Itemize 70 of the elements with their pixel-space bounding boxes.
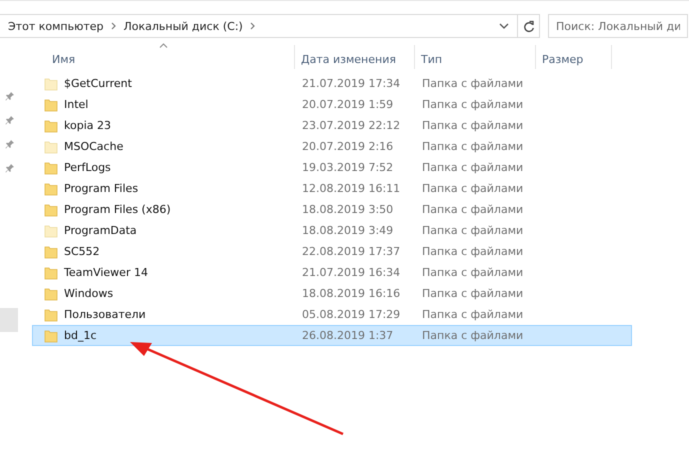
file-date: 05.08.2019 17:29 <box>302 308 400 321</box>
file-name: Windows <box>64 287 114 300</box>
file-name: PerfLogs <box>64 161 111 174</box>
file-type: Папка с файлами <box>422 329 524 342</box>
file-type: Папка с файлами <box>422 119 524 132</box>
file-date: 18.08.2019 3:49 <box>302 224 394 237</box>
file-row[interactable]: Intel 20.07.2019 1:59 Папка с файлами <box>32 94 632 115</box>
column-header[interactable]: Тип <box>415 45 536 69</box>
address-bar[interactable]: Этот компьютер Локальный диск (C:) <box>0 14 518 38</box>
file-name: ProgramData <box>64 224 137 237</box>
pin-icon[interactable] <box>5 115 15 125</box>
file-date: 22.08.2019 17:37 <box>302 245 400 258</box>
file-type: Папка с файлами <box>422 77 524 90</box>
file-date: 21.07.2019 17:34 <box>302 77 400 90</box>
chevron-right-icon[interactable] <box>110 22 116 30</box>
pin-icon[interactable] <box>5 163 15 173</box>
file-row[interactable]: kopia 23 23.07.2019 22:12 Папка с файлами <box>32 115 632 136</box>
sort-up-icon <box>159 43 168 48</box>
file-name: Program Files <box>64 182 138 195</box>
file-name: Пользователи <box>64 308 146 321</box>
file-row[interactable]: $GetCurrent 21.07.2019 17:34 Папка с файлами <box>32 73 632 94</box>
chevron-down-icon[interactable] <box>499 23 509 29</box>
file-date: 18.08.2019 16:16 <box>302 287 400 300</box>
file-row[interactable]: PerfLogs 19.03.2019 7:52 Папка с файлами <box>32 157 632 178</box>
breadcrumb-item[interactable]: Локальный диск (C:) <box>124 20 243 32</box>
file-row[interactable]: bd_1c 26.08.2019 1:37 Папка с файлами <box>32 325 632 346</box>
column-header[interactable]: Имя <box>32 45 295 69</box>
file-date: 20.07.2019 2:16 <box>302 140 394 153</box>
file-name: bd_1c <box>64 329 97 342</box>
chevron-right-icon[interactable] <box>250 22 256 30</box>
file-type: Папка с файлами <box>422 203 524 216</box>
pin-icon[interactable] <box>5 91 15 101</box>
refresh-icon <box>522 20 534 32</box>
file-type: Папка с файлами <box>422 224 524 237</box>
file-row[interactable]: Пользователи 05.08.2019 17:29 Папка с файлами <box>32 304 632 325</box>
column-header[interactable]: Размер <box>536 45 612 69</box>
file-date: 21.07.2019 16:34 <box>302 266 400 279</box>
file-type: Папка с файлами <box>422 266 524 279</box>
file-name: kopia 23 <box>64 119 111 132</box>
file-row[interactable]: MSOCache 20.07.2019 2:16 Папка с файлами <box>32 136 632 157</box>
file-name: TeamViewer 14 <box>64 266 148 279</box>
breadcrumb-item[interactable]: Этот компьютер <box>8 20 104 32</box>
file-row[interactable]: Program Files (x86) 18.08.2019 3:50 Папка с файлами <box>32 199 632 220</box>
file-row[interactable]: SC552 22.08.2019 17:37 Папка с файлами <box>32 241 632 262</box>
file-type: Папка с файлами <box>422 182 524 195</box>
file-name: Program Files (x86) <box>64 203 171 216</box>
file-name: SC552 <box>64 245 100 258</box>
file-date: 18.08.2019 3:50 <box>302 203 394 216</box>
file-row[interactable]: Program Files 12.08.2019 16:11 Папка с файлами <box>32 178 632 199</box>
file-date: 26.08.2019 1:37 <box>302 329 394 342</box>
file-row[interactable]: TeamViewer 14 21.07.2019 16:34 Папка с файлами <box>32 262 632 283</box>
file-name: $GetCurrent <box>64 77 132 90</box>
file-row[interactable]: ProgramData 18.08.2019 3:49 Папка с файлами <box>32 220 632 241</box>
file-row[interactable]: Windows 18.08.2019 16:16 Папка с файлами <box>32 283 632 304</box>
file-name: MSOCache <box>64 140 124 153</box>
file-date: 19.03.2019 7:52 <box>302 161 394 174</box>
column-header[interactable]: Дата изменения <box>295 45 415 69</box>
file-type: Папка с файлами <box>422 161 524 174</box>
file-type: Папка с файлами <box>422 140 524 153</box>
file-date: 20.07.2019 1:59 <box>302 98 394 111</box>
pin-icon[interactable] <box>5 139 15 149</box>
file-type: Папка с файлами <box>422 308 524 321</box>
file-type: Папка с файлами <box>422 98 524 111</box>
file-date: 12.08.2019 16:11 <box>302 182 400 195</box>
file-name: Intel <box>64 98 88 111</box>
file-type: Папка с файлами <box>422 287 524 300</box>
refresh-button[interactable] <box>518 14 540 38</box>
search-field[interactable]: Поиск: Локальный ди <box>548 14 688 38</box>
file-date: 23.07.2019 22:12 <box>302 119 400 132</box>
file-type: Папка с файлами <box>422 245 524 258</box>
